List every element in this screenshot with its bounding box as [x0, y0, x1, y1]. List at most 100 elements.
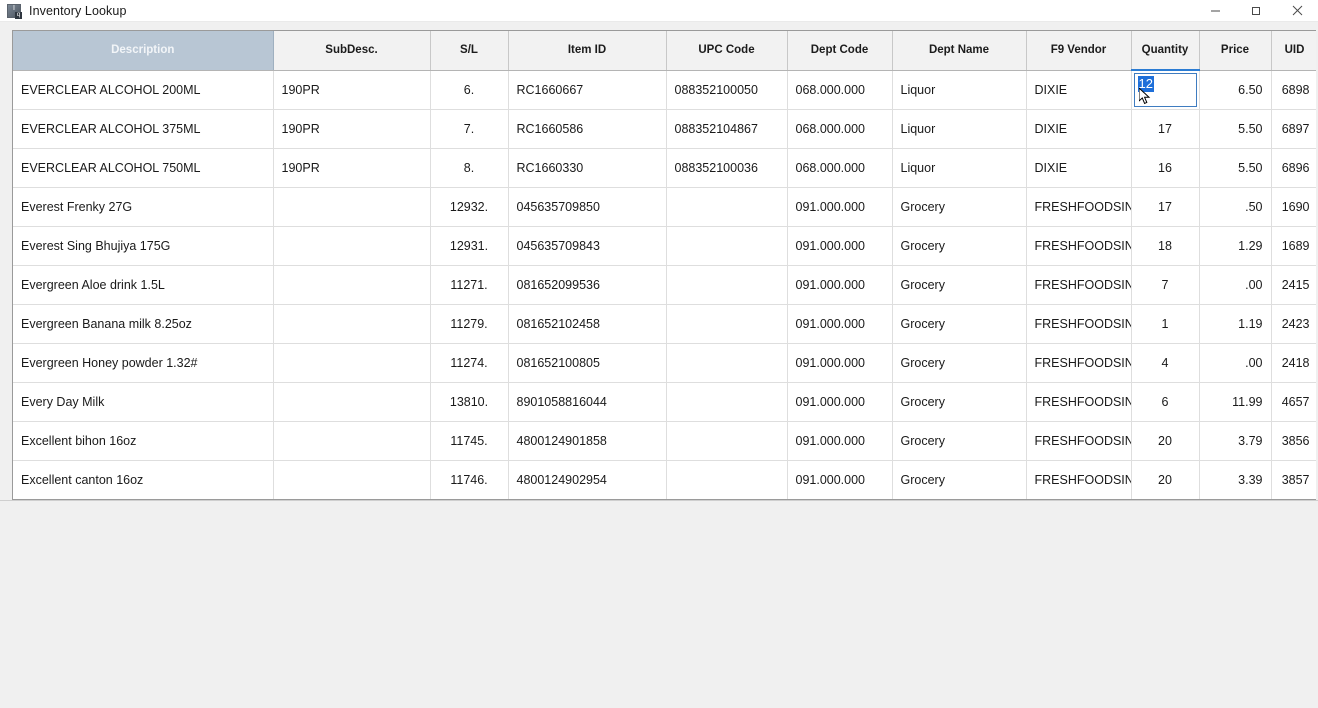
cell-sl[interactable]: 11279. — [430, 304, 509, 344]
cell-f9-vendor[interactable]: FRESHFOODSINC — [1026, 304, 1132, 344]
cell-uid[interactable]: 6898 — [1271, 70, 1316, 110]
cell-subdesc[interactable] — [273, 226, 431, 266]
table-row[interactable]: EVERCLEAR ALCOHOL 200ML 190PR 6. RC16606… — [13, 70, 1316, 110]
table-row[interactable]: Excellent bihon 16oz 11745. 480012490185… — [13, 421, 1316, 461]
cell-uid[interactable]: 3857 — [1271, 460, 1316, 499]
cell-f9-vendor[interactable]: FRESHFOODSINC — [1026, 460, 1132, 499]
cell-dept-code[interactable]: 091.000.000 — [787, 226, 893, 266]
cell-f9-vendor[interactable]: FRESHFOODSINC — [1026, 343, 1132, 383]
table-row[interactable]: Excellent canton 16oz 11746. 48001249029… — [13, 460, 1316, 499]
cell-upc-code[interactable] — [666, 343, 788, 383]
cell-item-id[interactable]: 081652100805 — [508, 343, 667, 383]
cell-item-id[interactable]: RC1660586 — [508, 109, 667, 149]
cell-upc-code[interactable] — [666, 265, 788, 305]
cell-subdesc[interactable] — [273, 187, 431, 227]
cell-uid[interactable]: 6897 — [1271, 109, 1316, 149]
cell-description[interactable]: EVERCLEAR ALCOHOL 750ML — [13, 148, 274, 188]
cell-item-id[interactable]: RC1660330 — [508, 148, 667, 188]
cell-subdesc[interactable]: 190PR — [273, 109, 431, 149]
table-row[interactable]: EVERCLEAR ALCOHOL 750ML 190PR 8. RC16603… — [13, 148, 1316, 188]
cell-sl[interactable]: 12932. — [430, 187, 509, 227]
cell-quantity[interactable]: 7 — [1131, 265, 1200, 305]
cell-item-id[interactable]: 081652099536 — [508, 265, 667, 305]
cell-quantity[interactable]: 17 — [1131, 109, 1200, 149]
cell-dept-code[interactable]: 091.000.000 — [787, 304, 893, 344]
cell-subdesc[interactable] — [273, 421, 431, 461]
cell-dept-code[interactable]: 091.000.000 — [787, 421, 893, 461]
cell-price[interactable]: .00 — [1199, 265, 1272, 305]
cell-item-id[interactable]: 4800124901858 — [508, 421, 667, 461]
cell-item-id[interactable]: RC1660667 — [508, 70, 667, 110]
cell-sl[interactable]: 11274. — [430, 343, 509, 383]
cell-uid[interactable]: 2423 — [1271, 304, 1316, 344]
cell-item-id[interactable]: 045635709850 — [508, 187, 667, 227]
column-header-description[interactable]: Description — [13, 31, 274, 71]
table-row[interactable]: Evergreen Aloe drink 1.5L 11271. 0816520… — [13, 265, 1316, 305]
cell-price[interactable]: .50 — [1199, 187, 1272, 227]
cell-dept-name[interactable]: Grocery — [892, 265, 1027, 305]
cell-dept-code[interactable]: 091.000.000 — [787, 187, 893, 227]
cell-description[interactable]: Excellent bihon 16oz — [13, 421, 274, 461]
cell-f9-vendor[interactable]: FRESHFOODSINC — [1026, 226, 1132, 266]
cell-description[interactable]: Everest Frenky 27G — [13, 187, 274, 227]
quantity-cell-editor[interactable]: 12 — [1133, 73, 1197, 107]
cell-price[interactable]: .00 — [1199, 343, 1272, 383]
cell-quantity-editing[interactable]: 12 — [1131, 70, 1200, 110]
cell-dept-code[interactable]: 091.000.000 — [787, 382, 893, 422]
cell-upc-code[interactable] — [666, 421, 788, 461]
column-header-f9-vendor[interactable]: F9 Vendor — [1026, 31, 1132, 71]
cell-f9-vendor[interactable]: FRESHFOODSINC — [1026, 265, 1132, 305]
cell-f9-vendor[interactable]: DIXIE — [1026, 109, 1132, 149]
table-row[interactable]: Evergreen Honey powder 1.32# 11274. 0816… — [13, 343, 1316, 383]
table-row[interactable]: Every Day Milk 13810. 8901058816044 091.… — [13, 382, 1316, 422]
cell-upc-code[interactable] — [666, 226, 788, 266]
cell-description[interactable]: EVERCLEAR ALCOHOL 200ML — [13, 70, 274, 110]
cell-dept-code[interactable]: 068.000.000 — [787, 148, 893, 188]
cell-uid[interactable]: 2415 — [1271, 265, 1316, 305]
cell-uid[interactable]: 1690 — [1271, 187, 1316, 227]
cell-subdesc[interactable]: 190PR — [273, 70, 431, 110]
cell-item-id[interactable]: 8901058816044 — [508, 382, 667, 422]
cell-price[interactable]: 3.79 — [1199, 421, 1272, 461]
cell-upc-code[interactable] — [666, 460, 788, 499]
cell-description[interactable]: Evergreen Aloe drink 1.5L — [13, 265, 274, 305]
cell-f9-vendor[interactable]: DIXIE — [1026, 148, 1132, 188]
cell-dept-name[interactable]: Grocery — [892, 187, 1027, 227]
cell-price[interactable]: 3.39 — [1199, 460, 1272, 499]
cell-description[interactable]: Every Day Milk — [13, 382, 274, 422]
cell-dept-code[interactable]: 068.000.000 — [787, 70, 893, 110]
close-icon[interactable] — [1277, 0, 1318, 22]
cell-quantity[interactable]: 1 — [1131, 304, 1200, 344]
cell-subdesc[interactable]: 190PR — [273, 148, 431, 188]
cell-dept-name[interactable]: Grocery — [892, 460, 1027, 499]
column-header-price[interactable]: Price — [1199, 31, 1272, 71]
column-header-quantity[interactable]: Quantity — [1131, 31, 1200, 71]
cell-price[interactable]: 5.50 — [1199, 148, 1272, 188]
cell-dept-code[interactable]: 091.000.000 — [787, 265, 893, 305]
cell-upc-code[interactable] — [666, 382, 788, 422]
cell-item-id[interactable]: 045635709843 — [508, 226, 667, 266]
cell-quantity[interactable]: 17 — [1131, 187, 1200, 227]
cell-uid[interactable]: 2418 — [1271, 343, 1316, 383]
cell-upc-code[interactable] — [666, 304, 788, 344]
table-row[interactable]: Everest Sing Bhujiya 175G 12931. 0456357… — [13, 226, 1316, 266]
cell-description[interactable]: Everest Sing Bhujiya 175G — [13, 226, 274, 266]
cell-f9-vendor[interactable]: FRESHFOODSINC — [1026, 421, 1132, 461]
table-row[interactable]: Evergreen Banana milk 8.25oz 11279. 0816… — [13, 304, 1316, 344]
cell-sl[interactable]: 7. — [430, 109, 509, 149]
cell-item-id[interactable]: 081652102458 — [508, 304, 667, 344]
cell-uid[interactable]: 4657 — [1271, 382, 1316, 422]
cell-dept-name[interactable]: Grocery — [892, 382, 1027, 422]
cell-uid[interactable]: 6896 — [1271, 148, 1316, 188]
table-row[interactable]: Everest Frenky 27G 12932. 045635709850 0… — [13, 187, 1316, 227]
cell-dept-code[interactable]: 091.000.000 — [787, 343, 893, 383]
cell-f9-vendor[interactable]: FRESHFOODSINC — [1026, 382, 1132, 422]
cell-quantity[interactable]: 16 — [1131, 148, 1200, 188]
table-row[interactable]: EVERCLEAR ALCOHOL 375ML 190PR 7. RC16605… — [13, 109, 1316, 149]
cell-description[interactable]: Evergreen Honey powder 1.32# — [13, 343, 274, 383]
cell-price[interactable]: 1.29 — [1199, 226, 1272, 266]
cell-quantity[interactable]: 20 — [1131, 460, 1200, 499]
cell-description[interactable]: Evergreen Banana milk 8.25oz — [13, 304, 274, 344]
cell-upc-code[interactable]: 088352100036 — [666, 148, 788, 188]
cell-subdesc[interactable] — [273, 265, 431, 305]
